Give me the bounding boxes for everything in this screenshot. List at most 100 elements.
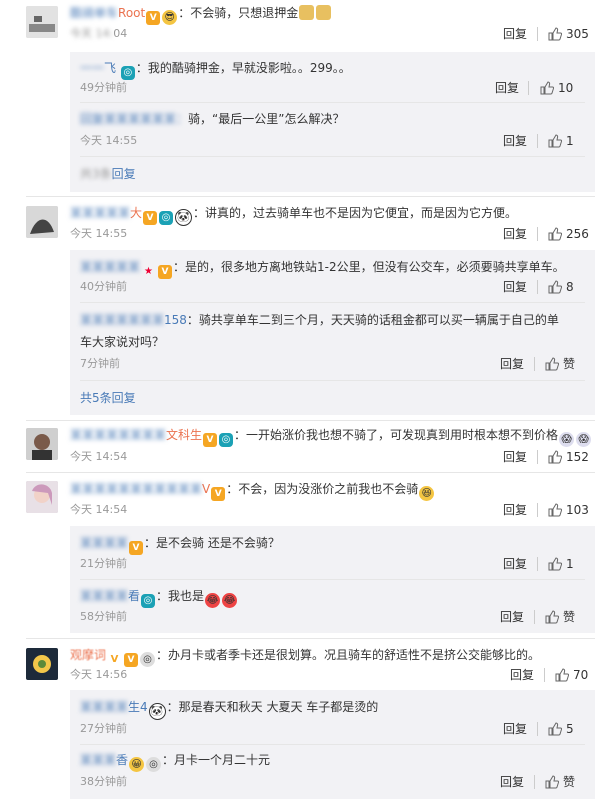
- reply-content: 某某某香 😀 ◎ ：月卡一个月二十元: [80, 751, 270, 772]
- thumbs-up-icon: [548, 450, 563, 468]
- reply-link[interactable]: 回复: [510, 667, 534, 683]
- reply-content: 某某某某看 ◎ ：我也是 😂 😂: [80, 587, 238, 608]
- username-tail[interactable]: 飞: [104, 61, 116, 75]
- username-tail[interactable]: 大: [130, 206, 142, 220]
- username[interactable]: 酷骑单车: [70, 6, 118, 20]
- username-tail[interactable]: 看: [128, 589, 140, 603]
- divider: [534, 610, 535, 624]
- comment-content: 观摩词 V V ◎ ：办月卡或者季卡还是很划算。况且骑车的舒适性不是挤公交能够比的。: [70, 646, 540, 667]
- like-count: 8: [566, 280, 574, 294]
- shocked-emoji-icon: 😱: [576, 432, 592, 447]
- reply-link[interactable]: 回复: [503, 556, 527, 572]
- username-tail[interactable]: 文科生: [166, 428, 202, 442]
- like-button[interactable]: 1: [548, 133, 574, 152]
- reply-text: ：是不会骑 还是不会骑？: [144, 536, 280, 550]
- thumbs-up-icon: [540, 81, 555, 99]
- emoji-icon: [299, 5, 315, 20]
- comment-time: 今天 14:55: [70, 227, 128, 240]
- username[interactable]: 某某某某某: [80, 260, 140, 274]
- divider: [537, 280, 538, 294]
- username[interactable]: 某某某某: [80, 536, 128, 550]
- divider: [528, 81, 529, 95]
- like-button[interactable]: 1: [548, 556, 574, 575]
- reply-content: 一一飞 ◎ ：我的酷骑押金，早就没影啦。。299。。: [80, 59, 351, 80]
- username-tail[interactable]: 生4: [128, 700, 148, 714]
- reply-time: 27分钟前: [80, 722, 127, 735]
- medal-icon: ◎: [146, 757, 162, 772]
- divider: [537, 227, 538, 241]
- like-button[interactable]: 8: [548, 279, 574, 298]
- reply-link[interactable]: 回复: [503, 226, 527, 242]
- avatar[interactable]: [26, 206, 58, 238]
- like-button[interactable]: 70: [555, 667, 588, 686]
- divider: [537, 722, 538, 736]
- like-count: 10: [558, 81, 574, 95]
- username[interactable]: 某某某某某某某某某某某: [70, 482, 202, 496]
- vip-icon: V: [158, 265, 173, 279]
- reply-link[interactable]: 回复: [503, 279, 527, 295]
- username[interactable]: 一一: [80, 61, 104, 75]
- username[interactable]: 观摩词: [70, 648, 106, 662]
- smile-emoji-icon: 😀: [129, 757, 145, 772]
- reply-link[interactable]: 回复: [500, 774, 524, 790]
- username-tail[interactable]: Root: [118, 6, 145, 20]
- reply-text: ：骑共享单车二到三个月，天天骑的话租金都可以买一辆属于自己的单: [186, 313, 559, 327]
- username[interactable]: 某某某: [80, 753, 116, 767]
- divider: [80, 380, 585, 381]
- reply-link[interactable]: 回复: [495, 80, 519, 96]
- reply-link[interactable]: 回复: [503, 26, 527, 42]
- like-count: 1: [566, 557, 574, 571]
- reply-text: ：月卡一个月二十元: [162, 753, 271, 767]
- username[interactable]: 某某某某: [80, 700, 128, 714]
- divider: [537, 557, 538, 571]
- reply-link[interactable]: 回复: [503, 449, 527, 465]
- divider: [537, 503, 538, 517]
- like-button[interactable]: 赞: [545, 774, 575, 793]
- avatar[interactable]: [26, 648, 58, 680]
- reply-link[interactable]: 回复: [503, 133, 527, 149]
- reply-content: 某某某某生4 🐼 ：那是春天和秋天 大夏天 车子都是烫的: [80, 698, 378, 720]
- comment-text: ：不会骑，只想退押金: [178, 6, 299, 20]
- medal-icon: ◎: [140, 652, 156, 667]
- comment-time: 今天 14:54: [70, 450, 128, 463]
- like-button[interactable]: 赞: [545, 609, 575, 628]
- reply-link[interactable]: 回复: [500, 356, 524, 372]
- like-button[interactable]: 256: [548, 226, 589, 245]
- avatar[interactable]: [26, 428, 58, 460]
- comment-time: 今天 14:54: [70, 503, 128, 516]
- thumbs-up-icon: [548, 722, 563, 740]
- more-replies-link[interactable]: 共5条回复: [80, 389, 136, 407]
- reply-link[interactable]: 回复: [503, 502, 527, 518]
- divider: [80, 102, 585, 103]
- more-replies-link[interactable]: 共3条回复: [80, 165, 136, 183]
- like-button[interactable]: 103: [548, 502, 589, 521]
- username-tail[interactable]: 香: [116, 753, 128, 767]
- avatar[interactable]: [26, 6, 58, 38]
- reply-link[interactable]: 回复: [503, 721, 527, 737]
- like-button[interactable]: 10: [540, 80, 573, 99]
- divider: [537, 27, 538, 41]
- vip-icon: V: [146, 11, 161, 25]
- username[interactable]: 某某某某某某某: [80, 313, 164, 327]
- like-button[interactable]: 赞: [545, 356, 575, 375]
- reply-time: 58分钟前: [80, 610, 127, 623]
- thumbs-up-icon: [548, 134, 563, 152]
- shocked-emoji-icon: 😱: [559, 432, 575, 447]
- reply-link[interactable]: 回复: [500, 609, 524, 625]
- username[interactable]: 某某某某某: [70, 206, 130, 220]
- like-button[interactable]: 152: [548, 449, 589, 468]
- thumbs-up-icon: [545, 775, 560, 793]
- like-count: 5: [566, 722, 574, 736]
- username-tail[interactable]: V: [202, 482, 210, 496]
- avatar[interactable]: [26, 481, 58, 513]
- like-label: 赞: [563, 775, 576, 789]
- like-button[interactable]: 5: [548, 721, 574, 740]
- username[interactable]: 某某某某某某某某: [70, 428, 166, 442]
- username[interactable]: 某某某某: [80, 589, 128, 603]
- like-label: 赞: [563, 610, 576, 624]
- like-button[interactable]: 305: [548, 26, 589, 45]
- thumbs-up-icon: [555, 668, 570, 686]
- username[interactable]: 回复某某某某某某：: [80, 112, 188, 126]
- divider: [26, 196, 595, 197]
- username-tail[interactable]: 158: [164, 313, 187, 327]
